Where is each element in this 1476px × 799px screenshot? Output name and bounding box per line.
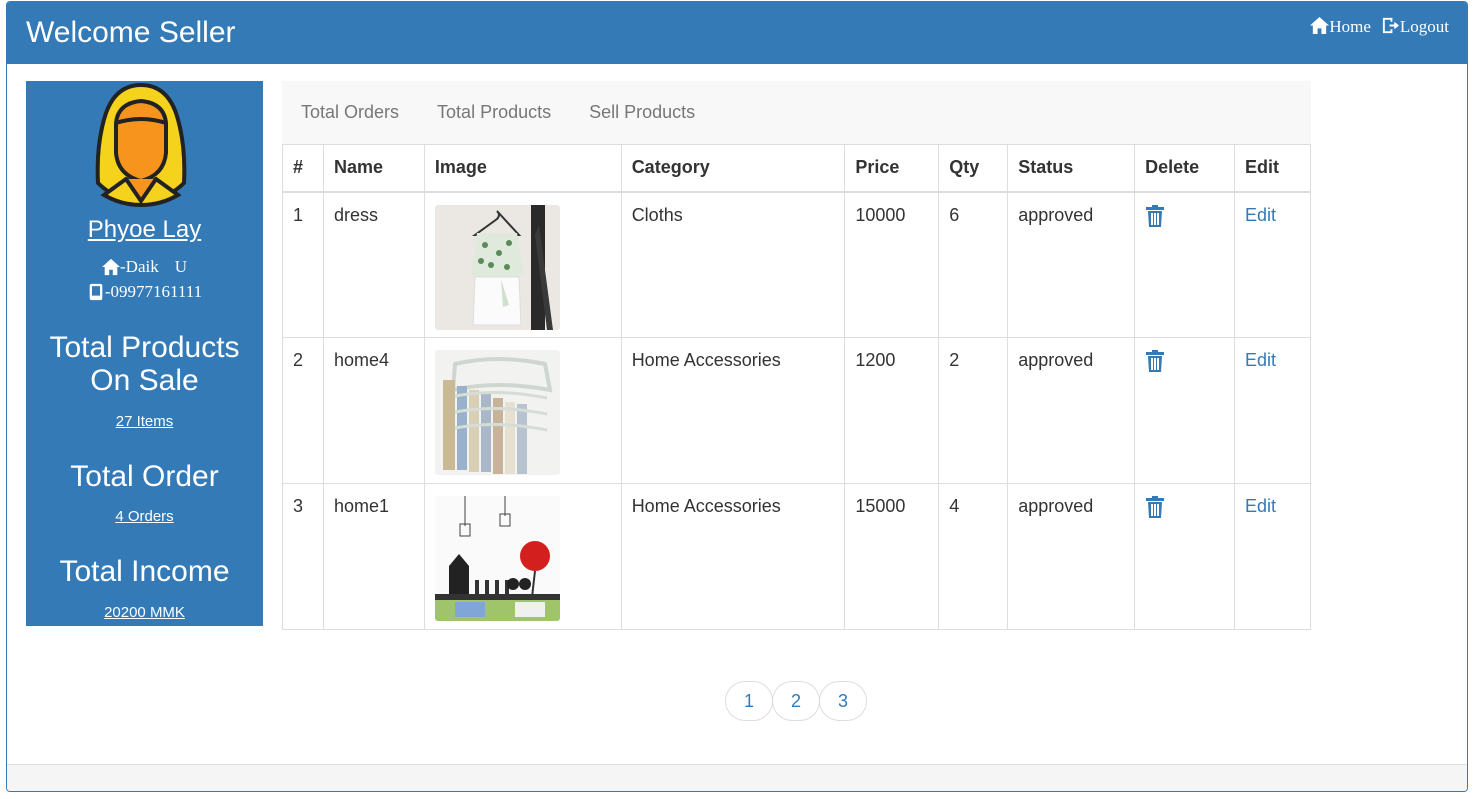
cell-num: 2 (282, 337, 324, 484)
app-frame: Welcome Seller Home Logout Phyoe Lay -Da… (6, 1, 1468, 792)
products-table: # Name Image Category Price Qty Status D… (282, 144, 1311, 630)
tab-total-products[interactable]: Total Products (437, 102, 551, 123)
cell-status: approved (1007, 337, 1136, 484)
stat-orders-title: Total Order (70, 460, 219, 493)
phone-icon (89, 283, 103, 301)
table-row: 2 home4 Home Accessories 1200 2 approved… (282, 337, 1311, 484)
cell-name: home4 (322, 337, 425, 484)
home-link-label: Home (1329, 17, 1371, 36)
edit-link[interactable]: Edit (1245, 350, 1276, 370)
seller-address-text: -Daik (120, 257, 159, 276)
product-image-dress (434, 204, 560, 330)
seller-avatar (95, 83, 187, 207)
table-row: 3 home1 Home Accessories 15000 4 approve… (282, 483, 1311, 630)
cell-name: home1 (322, 483, 425, 630)
col-header-edit: Edit (1234, 144, 1311, 193)
col-header-price: Price (844, 144, 940, 193)
cell-status: approved (1007, 483, 1136, 630)
cell-qty: 2 (938, 337, 1009, 484)
edit-link[interactable]: Edit (1245, 496, 1276, 516)
footer-bar (7, 764, 1467, 791)
col-header-category: Category (620, 144, 846, 193)
logout-icon (1382, 17, 1399, 34)
home-icon (102, 258, 120, 276)
col-header-status: Status (1007, 144, 1136, 193)
cell-image (423, 337, 622, 484)
col-header-num: # (282, 144, 324, 193)
seller-phone: -09977161111 (26, 282, 263, 302)
page-title: Welcome Seller (26, 16, 236, 49)
tab-total-orders[interactable]: Total Orders (301, 102, 399, 123)
stat-products-value[interactable]: 27 Items (26, 413, 263, 430)
seller-phone-text: -09977161111 (104, 282, 203, 301)
cell-price: 15000 (844, 483, 940, 630)
seller-address: -Daik U (26, 257, 263, 277)
cell-delete (1134, 483, 1235, 630)
cell-edit: Edit (1234, 191, 1311, 338)
stat-income-value[interactable]: 20200 MMK (26, 604, 263, 621)
cell-name: dress (322, 191, 425, 338)
trash-icon[interactable] (1145, 496, 1165, 518)
pagination: 1 2 3 (725, 681, 867, 721)
logout-link[interactable]: Logout (1381, 17, 1449, 37)
logout-link-label: Logout (1399, 17, 1449, 36)
page-3-button[interactable]: 3 (819, 681, 867, 721)
product-image-home1 (434, 496, 560, 621)
cell-price: 10000 (844, 191, 940, 338)
cell-delete (1134, 337, 1235, 484)
cell-qty: 6 (938, 191, 1009, 338)
header-bar: Welcome Seller Home Logout (7, 2, 1467, 64)
col-header-delete: Delete (1134, 144, 1235, 193)
cell-edit: Edit (1234, 337, 1311, 484)
tabs-bar: Total Orders Total Products Sell Product… (282, 81, 1311, 144)
col-header-image: Image (423, 144, 622, 193)
home-link[interactable]: Home (1310, 16, 1371, 37)
seller-sidebar: Phyoe Lay -Daik U -09977161111 Total Pro… (26, 81, 263, 626)
col-header-name: Name (322, 144, 425, 193)
cell-image (423, 191, 622, 338)
stat-products-title: Total Products On Sale (49, 331, 240, 397)
seller-address-suffix: U (174, 257, 187, 276)
home-icon (1310, 16, 1330, 35)
edit-link[interactable]: Edit (1245, 205, 1276, 225)
cell-category: Home Accessories (620, 483, 846, 630)
cell-category: Home Accessories (620, 337, 846, 484)
cell-price: 1200 (844, 337, 940, 484)
seller-name-link[interactable]: Phyoe Lay (26, 216, 263, 244)
table-row: 1 dress Cloths 10000 6 approved Edit (282, 191, 1311, 338)
cell-delete (1134, 191, 1235, 338)
product-image-home4 (434, 350, 560, 475)
stat-orders-value[interactable]: 4 Orders (26, 508, 263, 525)
cell-category: Cloths (620, 191, 846, 338)
tab-sell-products[interactable]: Sell Products (589, 102, 695, 123)
stat-income-title: Total Income (59, 555, 230, 588)
cell-num: 1 (282, 191, 324, 338)
page-2-button[interactable]: 2 (772, 681, 820, 721)
col-header-qty: Qty (938, 144, 1009, 193)
trash-icon[interactable] (1145, 350, 1165, 372)
cell-num: 3 (282, 483, 324, 630)
cell-edit: Edit (1234, 483, 1311, 630)
top-nav: Home Logout (1310, 16, 1449, 37)
main-content: Total Orders Total Products Sell Product… (282, 81, 1311, 630)
page-1-button[interactable]: 1 (725, 681, 773, 721)
cell-status: approved (1007, 191, 1136, 338)
cell-qty: 4 (938, 483, 1009, 630)
cell-image (423, 483, 622, 630)
table-header-row: # Name Image Category Price Qty Status D… (282, 144, 1311, 193)
trash-icon[interactable] (1145, 204, 1165, 227)
